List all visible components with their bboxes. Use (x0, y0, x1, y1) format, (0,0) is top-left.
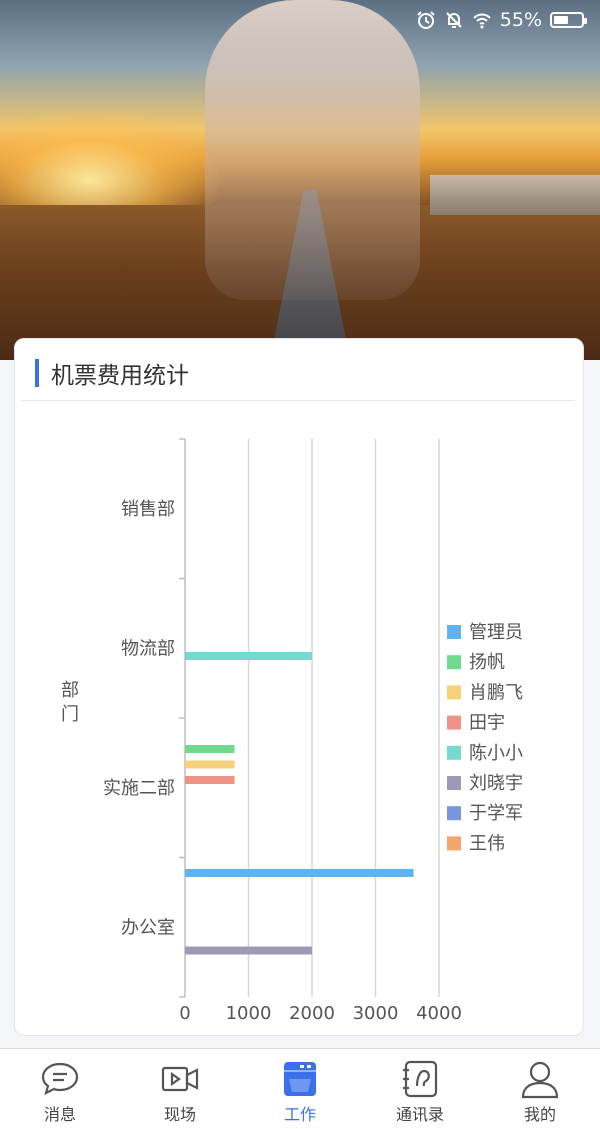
tab-work[interactable]: 工作 (240, 1049, 360, 1129)
tab-label: 通讯录 (395, 1105, 444, 1124)
flight-expense-card: 机票费用统计 0 1000 2000 3000 4000 销售部 物流部 实施二部 办公室 部门管… (14, 338, 584, 1036)
legend-label: 管理员 (469, 622, 523, 643)
banner-city (430, 175, 600, 215)
y-category-label: 实施二部 (103, 778, 175, 799)
x-tick-label: 0 (179, 1003, 190, 1024)
legend-swatch (447, 745, 461, 760)
tab-me[interactable]: 我的 (480, 1049, 600, 1129)
bar (185, 652, 312, 660)
legend-swatch (447, 806, 461, 821)
battery-icon (550, 12, 587, 28)
video-icon (161, 1066, 199, 1092)
legend-swatch (447, 625, 461, 639)
battery-percentage: 55% (499, 9, 542, 31)
bar (185, 776, 235, 784)
contacts-icon (403, 1060, 438, 1098)
tab-label: 现场 (163, 1105, 196, 1124)
y-category-label: 办公室 (121, 917, 175, 938)
user-icon (521, 1061, 559, 1099)
bar (185, 760, 235, 769)
message-icon (41, 1062, 79, 1096)
y-axis-title: 部门 (61, 680, 79, 725)
tab-label: 工作 (283, 1105, 316, 1124)
legend-swatch (447, 836, 461, 851)
bell-off-icon (446, 12, 462, 28)
status-bar: 55% (416, 8, 587, 32)
legend-label: 刘晓宇 (469, 773, 523, 794)
y-category-label: 物流部 (121, 638, 175, 659)
legend-swatch (447, 685, 461, 700)
tab-label: 消息 (43, 1105, 76, 1124)
legend-label: 王伟 (469, 833, 505, 854)
legend-label: 于学军 (469, 803, 523, 824)
x-tick-label: 4000 (416, 1003, 462, 1024)
y-category-label: 销售部 (121, 499, 175, 520)
legend-swatch (447, 776, 461, 790)
legend-label: 扬帆 (469, 652, 505, 673)
bar (185, 946, 312, 955)
flight-expense-chart: 0 1000 2000 3000 4000 销售部物流部实施二部办公室 部门 管理员扬帆肖鹏飞… (61, 438, 523, 1024)
battery-level (554, 16, 568, 24)
tab-messages[interactable]: 消息 (0, 1049, 120, 1129)
wifi-icon (473, 13, 491, 29)
work-icon (284, 1062, 316, 1096)
legend-label: 田宇 (469, 713, 505, 734)
banner-hands (205, 0, 420, 300)
alarm-icon (417, 11, 435, 29)
bar (185, 745, 235, 753)
bar (185, 869, 414, 877)
legend-label: 肖鹏飞 (469, 682, 523, 703)
legend-label: 陈小小 (469, 743, 523, 764)
legend-swatch (447, 655, 461, 670)
legend-swatch (447, 715, 461, 730)
x-tick-label: 3000 (353, 1003, 399, 1024)
header-banner-image (0, 0, 600, 360)
x-tick-label: 2000 (289, 1003, 335, 1024)
tab-contacts[interactable]: 通讯录 (360, 1049, 480, 1129)
bottom-tab-bar: 消息 现场 工作 通讯录 我的 (0, 1048, 600, 1129)
tab-label: 我的 (523, 1105, 556, 1124)
x-tick-label: 1000 (226, 1003, 272, 1024)
tab-live[interactable]: 现场 (120, 1049, 240, 1129)
